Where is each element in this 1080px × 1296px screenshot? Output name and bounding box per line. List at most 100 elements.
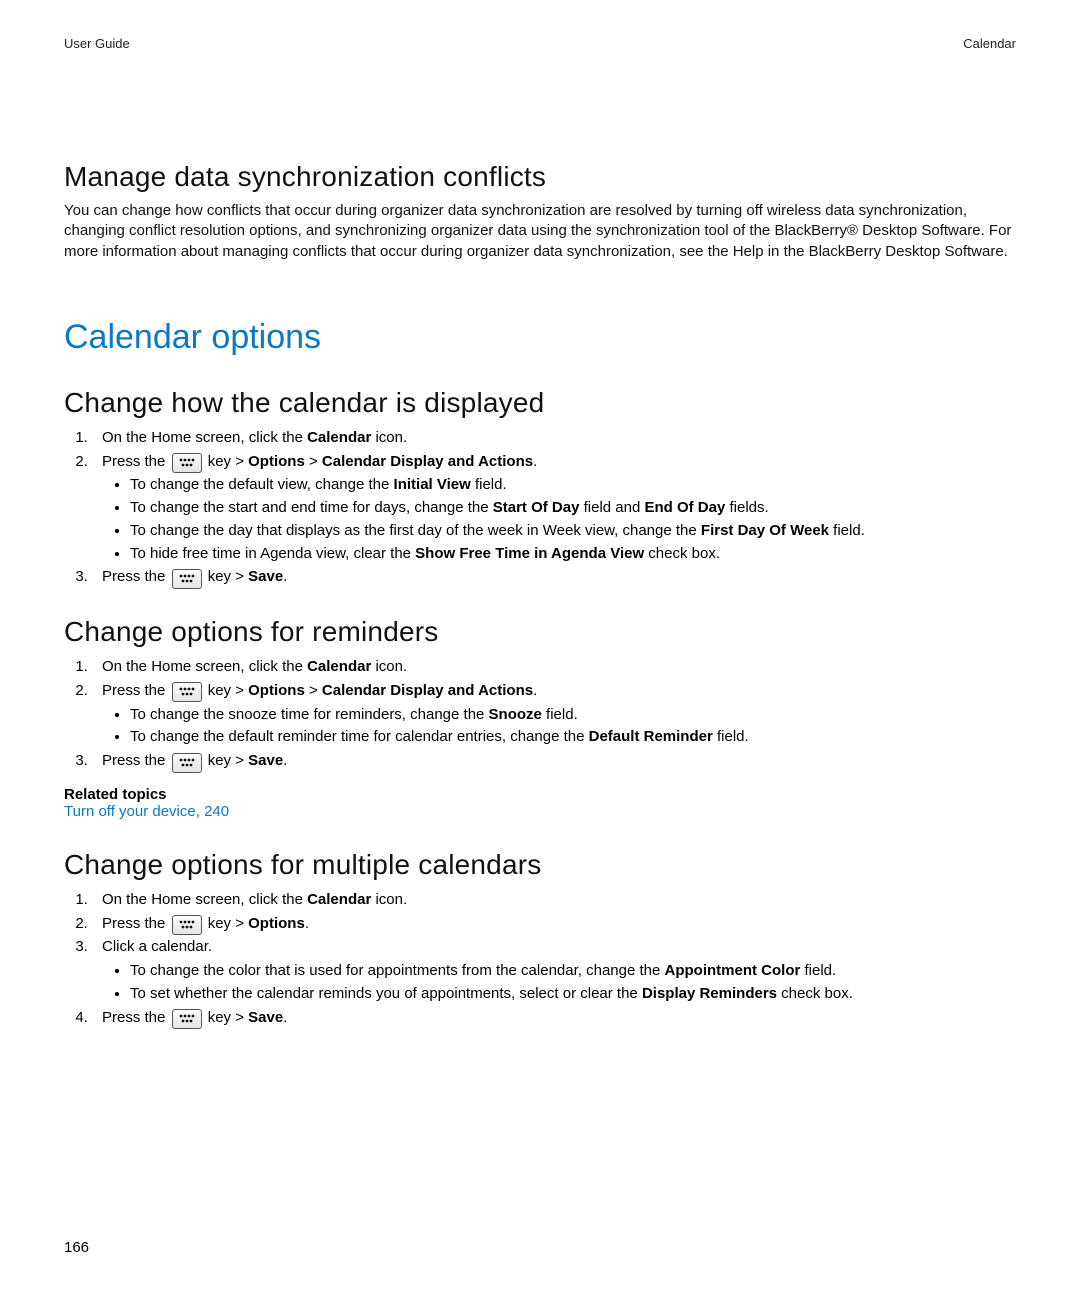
text: Initial View bbox=[394, 476, 471, 493]
text: > bbox=[305, 453, 322, 470]
list-item: On the Home screen, click the Calendar i… bbox=[92, 427, 1016, 449]
text: To change the color that is used for app… bbox=[130, 962, 665, 979]
text: . bbox=[533, 453, 537, 470]
text: field. bbox=[713, 728, 749, 745]
page-number: 166 bbox=[64, 1239, 89, 1256]
body-manage-conflicts: You can change how conflicts that occur … bbox=[64, 201, 1016, 262]
text: Default Reminder bbox=[589, 728, 713, 745]
text: To change the start and end time for day… bbox=[130, 499, 493, 516]
list-item: Press the key > Options > Calendar Displ… bbox=[92, 680, 1016, 748]
list-item: To change the color that is used for app… bbox=[130, 960, 1016, 982]
list-item: To set whether the calendar reminds you … bbox=[130, 983, 1016, 1005]
list-item: To change the start and end time for day… bbox=[130, 497, 1016, 519]
text: To change the day that displays as the f… bbox=[130, 522, 701, 539]
text: Click a calendar. bbox=[102, 938, 212, 955]
text: Options bbox=[248, 682, 305, 699]
text: key > bbox=[204, 752, 249, 769]
text: Press the bbox=[102, 915, 170, 932]
text: Calendar Display and Actions bbox=[322, 453, 533, 470]
list-item: To change the default view, change the I… bbox=[130, 474, 1016, 496]
page-header: User Guide Calendar bbox=[64, 36, 1016, 51]
text: To set whether the calendar reminds you … bbox=[130, 985, 642, 1002]
bullets: To change the color that is used for app… bbox=[102, 960, 1016, 1005]
text: field. bbox=[542, 706, 578, 723]
menu-key-icon bbox=[172, 1009, 202, 1029]
text: Press the bbox=[102, 1009, 170, 1026]
list-item: Press the key > Save. bbox=[92, 566, 1016, 588]
text: Show Free Time in Agenda View bbox=[415, 545, 644, 562]
list-item: To change the default reminder time for … bbox=[130, 726, 1016, 748]
heading-reminders: Change options for reminders bbox=[64, 616, 1016, 648]
text: icon. bbox=[371, 658, 407, 675]
list-item: Press the key > Options > Calendar Displ… bbox=[92, 451, 1016, 565]
text: . bbox=[283, 568, 287, 585]
page: User Guide Calendar Manage data synchron… bbox=[0, 0, 1080, 1296]
text: Press the bbox=[102, 752, 170, 769]
header-left: User Guide bbox=[64, 36, 130, 51]
text: On the Home screen, click the bbox=[102, 891, 307, 908]
text: Press the bbox=[102, 568, 170, 585]
menu-key-icon bbox=[172, 453, 202, 473]
list-item: Press the key > Save. bbox=[92, 1007, 1016, 1029]
text: Calendar bbox=[307, 658, 371, 675]
text: icon. bbox=[371, 429, 407, 446]
text: On the Home screen, click the bbox=[102, 658, 307, 675]
text: Options bbox=[248, 915, 305, 932]
menu-key-icon bbox=[172, 682, 202, 702]
heading-calendar-options: Calendar options bbox=[64, 318, 1016, 357]
text: Save bbox=[248, 1009, 283, 1026]
text: check box. bbox=[777, 985, 853, 1002]
heading-calendar-display: Change how the calendar is displayed bbox=[64, 387, 1016, 419]
text: Appointment Color bbox=[665, 962, 801, 979]
text: Calendar Display and Actions bbox=[322, 682, 533, 699]
text: key > bbox=[204, 568, 249, 585]
text: . bbox=[283, 1009, 287, 1026]
text: field and bbox=[579, 499, 644, 516]
bullets: To change the default view, change the I… bbox=[102, 474, 1016, 564]
menu-key-icon bbox=[172, 569, 202, 589]
text: field. bbox=[829, 522, 865, 539]
text: To change the default view, change the bbox=[130, 476, 394, 493]
steps-multiple-calendars: On the Home screen, click the Calendar i… bbox=[64, 889, 1016, 1029]
text: > bbox=[305, 682, 322, 699]
header-right: Calendar bbox=[963, 36, 1016, 51]
text: On the Home screen, click the bbox=[102, 429, 307, 446]
list-item: To change the snooze time for reminders,… bbox=[130, 704, 1016, 726]
text: field. bbox=[800, 962, 836, 979]
text: key > bbox=[204, 453, 249, 470]
list-item: On the Home screen, click the Calendar i… bbox=[92, 889, 1016, 911]
heading-multiple-calendars: Change options for multiple calendars bbox=[64, 849, 1016, 881]
bullets: To change the snooze time for reminders,… bbox=[102, 704, 1016, 749]
text: Calendar bbox=[307, 429, 371, 446]
text: Save bbox=[248, 752, 283, 769]
menu-key-icon bbox=[172, 915, 202, 935]
menu-key-icon bbox=[172, 753, 202, 773]
related-topics-heading: Related topics bbox=[64, 786, 1016, 803]
list-item: Press the key > Save. bbox=[92, 750, 1016, 772]
text: To change the snooze time for reminders,… bbox=[130, 706, 489, 723]
list-item: To change the day that displays as the f… bbox=[130, 520, 1016, 542]
heading-manage-conflicts: Manage data synchronization conflicts bbox=[64, 161, 1016, 193]
text: field. bbox=[471, 476, 507, 493]
text: End Of Day bbox=[644, 499, 725, 516]
text: Snooze bbox=[489, 706, 542, 723]
text: Start Of Day bbox=[493, 499, 580, 516]
text: icon. bbox=[371, 891, 407, 908]
list-item: Click a calendar. To change the color th… bbox=[92, 936, 1016, 1004]
text: Calendar bbox=[307, 891, 371, 908]
text: Display Reminders bbox=[642, 985, 777, 1002]
text: . bbox=[283, 752, 287, 769]
text: Options bbox=[248, 453, 305, 470]
text: key > bbox=[204, 915, 249, 932]
related-link-turn-off-device[interactable]: Turn off your device, 240 bbox=[64, 803, 229, 820]
text: Save bbox=[248, 568, 283, 585]
text: Press the bbox=[102, 682, 170, 699]
text: key > bbox=[204, 1009, 249, 1026]
list-item: Press the key > Options. bbox=[92, 913, 1016, 935]
text: To hide free time in Agenda view, clear … bbox=[130, 545, 415, 562]
text: To change the default reminder time for … bbox=[130, 728, 589, 745]
list-item: To hide free time in Agenda view, clear … bbox=[130, 543, 1016, 565]
text: . bbox=[533, 682, 537, 699]
text: fields. bbox=[725, 499, 768, 516]
text: . bbox=[305, 915, 309, 932]
